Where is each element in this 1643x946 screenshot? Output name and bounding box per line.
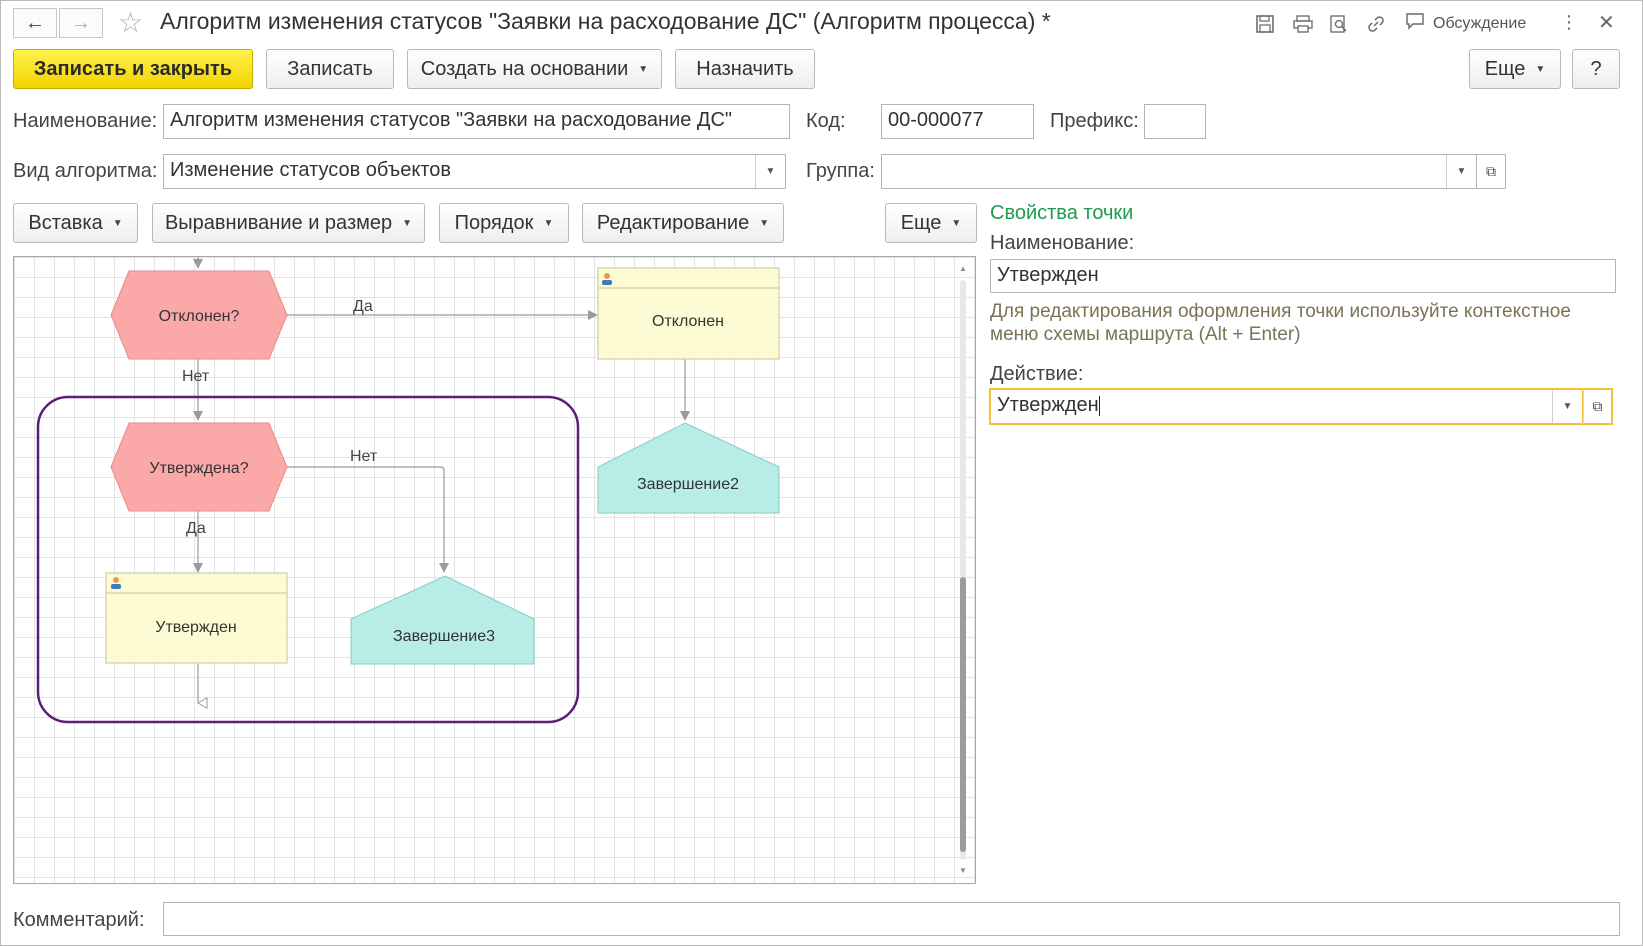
group-label: Группа: [806,160,875,182]
align-size-button[interactable]: Выравнивание и размер ▼ [152,203,425,243]
comment-field[interactable] [163,902,1620,936]
forward-button[interactable]: → [59,8,103,38]
save-close-label: Записать и закрыть [33,57,233,80]
caret-down-icon: ▼ [951,217,962,229]
edge-label-yes-mid: Да [186,520,206,537]
help-label: ? [1590,57,1602,80]
condition-rejected-label: Отклонен? [159,308,240,325]
condition-node-rejected[interactable]: Отклонен? [110,270,288,360]
arrow-left-icon: ← [25,11,45,34]
caret-down-icon: ▼ [402,217,413,229]
align-size-label: Выравнивание и размер [164,211,393,234]
star-icon[interactable]: ☆ [118,6,143,39]
code-field[interactable]: 00-000077 [881,104,1034,139]
save-button[interactable]: Записать [266,49,394,89]
arrow-right-icon: → [71,11,91,34]
dropdown-arrow-icon[interactable]: ▼ [1552,390,1582,423]
editing-button[interactable]: Редактирование ▼ [582,203,784,243]
action-label: Действие: [990,363,1084,385]
dropdown-arrow-icon[interactable]: ▼ [1446,155,1476,188]
editing-label: Редактирование [596,211,750,234]
edit-hint: Для редактирования оформления точки испо… [990,301,1571,345]
kind-select[interactable]: Изменение статусов объектов ▼ [163,154,786,189]
discussion-label: Обсуждение [1433,14,1527,32]
save-icon[interactable] [1253,12,1277,36]
canvas-scrollbar[interactable]: ▲ ▼ [956,262,970,880]
action-value: Утвержден [997,394,1099,416]
kind-label: Вид алгоритма: [13,160,158,182]
caret-down-icon: ▼ [638,63,649,75]
chat-icon [1405,12,1425,35]
open-icon[interactable]: ⧉ [1583,388,1613,425]
caret-down-icon: ▼ [759,217,770,229]
end-node-2[interactable]: Завершение2 [597,422,780,514]
scroll-up-icon[interactable]: ▲ [959,264,967,273]
caret-down-icon: ▼ [1535,63,1546,75]
more-label: Еще [1484,57,1526,80]
order-button[interactable]: Порядок ▼ [439,203,569,243]
caret-down-icon: ▼ [112,217,123,229]
action-node-approved[interactable]: Утвержден [105,572,288,664]
point-name-field[interactable]: Утвержден [990,259,1616,293]
condition-approved-label: Утверждена? [149,460,248,477]
assign-label: Назначить [696,57,794,80]
save-label: Записать [287,57,373,80]
caret-down-icon: ▼ [543,217,554,229]
properties-title: Свойства точки [990,202,1134,224]
schema-more-button[interactable]: Еще ▼ [885,203,977,243]
link-icon[interactable] [1364,12,1388,36]
create-based-label: Создать на основании [420,57,629,80]
dropdown-arrow-icon[interactable]: ▼ [755,155,785,188]
scroll-down-icon[interactable]: ▼ [959,866,967,875]
preview-icon[interactable] [1327,12,1351,36]
action-approved-label: Утвержден [155,619,236,636]
route-diagram-canvas[interactable]: Да Нет Нет Да Отклонен? Утверждена? Откл… [13,256,976,884]
action-select[interactable]: Утвержден ▼ [989,388,1584,425]
discussion-button[interactable]: Обсуждение [1405,12,1526,35]
code-label: Код: [806,110,846,132]
name-field[interactable]: Алгоритм изменения статусов "Заявки на р… [163,104,790,139]
insert-button[interactable]: Вставка ▼ [13,203,138,243]
name-label: Наименование: [13,110,158,132]
group-select[interactable]: ▼ [881,154,1477,189]
edge-label-no-top: Нет [182,368,210,385]
edge-approved-no [286,466,449,573]
insert-label: Вставка [28,211,103,234]
back-button[interactable]: ← [13,8,57,38]
end-node-3[interactable]: Завершение3 [350,575,535,665]
edge-label-no-mid: Нет [350,448,378,465]
edge-label-yes-top: Да [353,298,373,315]
highlight-frame [36,395,580,724]
create-based-button[interactable]: Создать на основании ▼ [407,49,662,89]
window-title: Алгоритм изменения статусов "Заявки на р… [160,8,1051,34]
print-icon[interactable] [1291,12,1315,36]
save-close-button[interactable]: Записать и закрыть [13,49,253,89]
action-rejected-label: Отклонен [652,313,724,330]
text-cursor [1098,395,1100,416]
kind-value: Изменение статусов объектов [170,159,451,181]
prefix-label: Префикс: [1050,110,1139,132]
schema-more-label: Еще [900,211,942,234]
order-label: Порядок [454,211,534,234]
end3-label: Завершение3 [393,628,495,645]
help-button[interactable]: ? [1572,49,1620,89]
scroll-thumb[interactable] [960,577,966,852]
close-icon[interactable]: ✕ [1598,10,1615,35]
condition-node-approved[interactable]: Утверждена? [110,422,288,512]
open-icon[interactable]: ⧉ [1476,154,1506,189]
menu-dots-icon[interactable]: ⋮ [1560,12,1578,33]
end2-label: Завершение2 [637,476,739,493]
comment-label: Комментарий: [13,909,145,931]
assign-button[interactable]: Назначить [675,49,815,89]
action-node-rejected[interactable]: Отклонен [597,267,780,360]
point-name-label: Наименование: [990,232,1135,254]
prefix-field[interactable] [1144,104,1206,139]
more-button[interactable]: Еще ▼ [1469,49,1561,89]
